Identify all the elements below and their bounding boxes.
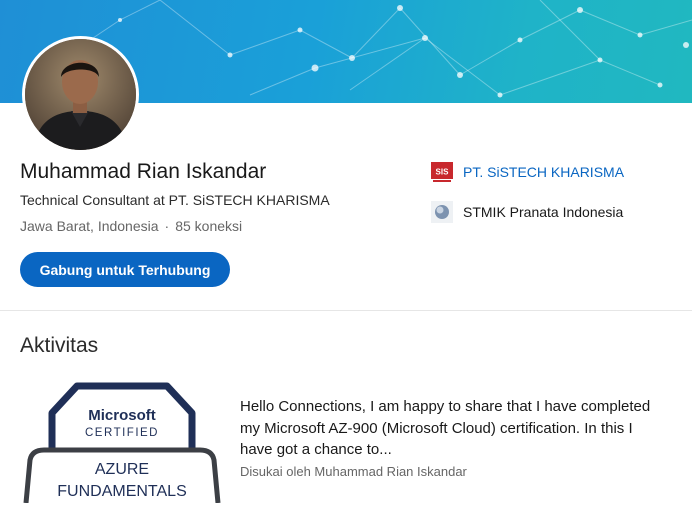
avatar[interactable] — [22, 36, 139, 153]
sistech-logo-text: SIS — [436, 168, 450, 177]
sistech-logo-icon: SIS — [431, 161, 453, 183]
section-divider — [0, 310, 692, 311]
profile-connections[interactable]: 85 koneksi — [175, 218, 242, 234]
meta-separator: · — [164, 218, 170, 234]
org-item-stmik[interactable]: STMIK Pranata Indonesia — [431, 201, 623, 223]
badge-brand: Microsoft — [88, 407, 156, 424]
org-name-sistech[interactable]: PT. SiSTECH KHARISMA — [463, 164, 624, 180]
profile-photo — [25, 39, 136, 150]
profile-name: Muhammad Rian Iskandar — [20, 160, 267, 183]
badge-line2: FUNDAMENTALS — [57, 483, 187, 500]
azure-fundamentals-badge[interactable]: Microsoft CERTIFIED AZURE FUNDAMENTALS — [22, 378, 222, 508]
profile-meta: Jawa Barat, Indonesia · 85 koneksi — [20, 218, 242, 234]
join-to-connect-button[interactable]: Gabung untuk Terhubung — [20, 252, 230, 287]
org-name-stmik[interactable]: STMIK Pranata Indonesia — [463, 204, 623, 220]
profile-location: Jawa Barat, Indonesia — [20, 218, 159, 234]
profile-headline: Technical Consultant at PT. SiSTECH KHAR… — [20, 192, 330, 208]
org-item-sistech[interactable]: SIS PT. SiSTECH KHARISMA — [431, 161, 624, 183]
activity-liked-by: Disukai oleh Muhammad Rian Iskandar — [240, 464, 467, 479]
activity-section-title: Aktivitas — [20, 334, 99, 357]
badge-line1: AZURE — [95, 461, 149, 478]
stmik-logo-icon — [431, 201, 453, 223]
activity-post-text[interactable]: Hello Connections, I am happy to share t… — [240, 396, 660, 461]
badge-certified: CERTIFIED — [85, 427, 159, 439]
